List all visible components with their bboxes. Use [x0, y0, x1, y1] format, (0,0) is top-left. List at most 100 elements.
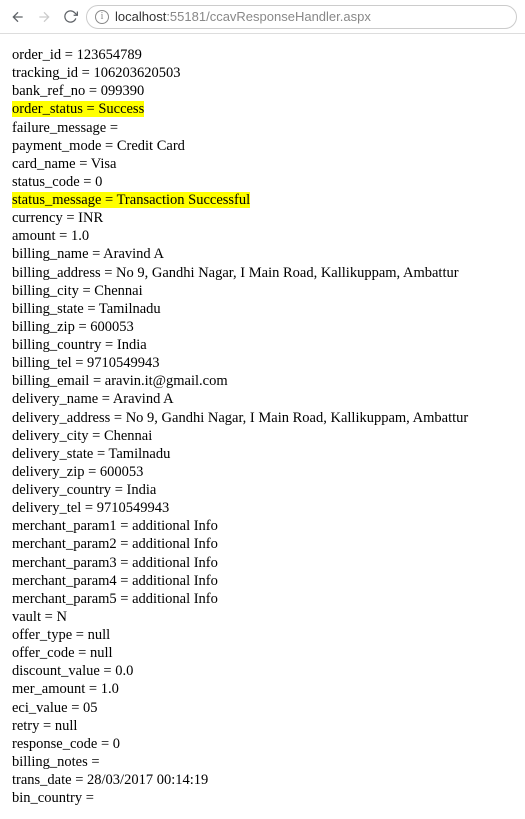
response-value: 0 — [113, 736, 120, 752]
response-value: additional Info — [132, 536, 218, 552]
response-line: billing_address = No 9, Gandhi Nagar, I … — [12, 264, 513, 282]
response-line: discount_value = 0.0 — [12, 662, 513, 680]
response-key: billing_email — [12, 373, 89, 389]
response-value: 0 — [95, 174, 102, 190]
response-line: payment_mode = Credit Card — [12, 137, 513, 155]
response-key: payment_mode — [12, 138, 101, 154]
response-value: Credit Card — [117, 138, 185, 154]
response-key: delivery_tel — [12, 500, 81, 516]
response-line: billing_zip = 600053 — [12, 318, 513, 336]
response-key: amount — [12, 228, 56, 244]
response-key: billing_name — [12, 246, 89, 262]
back-button[interactable] — [8, 7, 28, 27]
response-key: mer_amount — [12, 681, 85, 697]
response-key: delivery_zip — [12, 464, 84, 480]
response-key: status_code — [12, 174, 80, 190]
response-line: merchant_param4 = additional Info — [12, 572, 513, 590]
response-line: delivery_tel = 9710549943 — [12, 499, 513, 517]
response-value: 1.0 — [71, 228, 89, 244]
response-key: offer_type — [12, 627, 72, 643]
response-value: Success — [98, 101, 144, 117]
response-key: eci_value — [12, 700, 68, 716]
response-line: tracking_id = 106203620503 — [12, 64, 513, 82]
response-line: failure_message = — [12, 119, 513, 137]
response-value: Chennai — [94, 283, 142, 299]
response-key: merchant_param3 — [12, 555, 117, 571]
response-key: merchant_param4 — [12, 573, 117, 589]
response-key: offer_code — [12, 645, 75, 661]
response-line: billing_name = Aravind A — [12, 245, 513, 263]
response-line: offer_code = null — [12, 644, 513, 662]
response-line: response_code = 0 — [12, 735, 513, 753]
highlight: order_status = Success — [12, 101, 144, 117]
response-line: offer_type = null — [12, 626, 513, 644]
response-key: delivery_city — [12, 428, 89, 444]
response-line: merchant_param3 = additional Info — [12, 554, 513, 572]
response-value: null — [55, 718, 78, 734]
response-value: 0.0 — [115, 663, 133, 679]
response-value: additional Info — [132, 591, 218, 607]
response-value: India — [127, 482, 157, 498]
response-line: order_status = Success — [12, 100, 513, 118]
response-key: discount_value — [12, 663, 100, 679]
browser-toolbar: i localhost:55181/ccavResponseHandler.as… — [0, 0, 525, 34]
response-line: delivery_city = Chennai — [12, 427, 513, 445]
response-key: merchant_param1 — [12, 518, 117, 534]
response-line: delivery_country = India — [12, 481, 513, 499]
response-key: delivery_address — [12, 410, 110, 426]
url-host: localhost — [115, 9, 166, 24]
response-line: amount = 1.0 — [12, 227, 513, 245]
response-line: eci_value = 05 — [12, 699, 513, 717]
response-value: 123654789 — [77, 47, 142, 63]
response-value: Tamilnadu — [99, 301, 161, 317]
response-key: card_name — [12, 156, 76, 172]
response-key: order_id — [12, 47, 61, 63]
response-value: 600053 — [90, 319, 134, 335]
response-line: billing_country = India — [12, 336, 513, 354]
response-value: 9710549943 — [87, 355, 160, 371]
response-key: delivery_country — [12, 482, 111, 498]
response-value: No 9, Gandhi Nagar, I Main Road, Kalliku… — [116, 265, 459, 281]
response-line: retry = null — [12, 717, 513, 735]
url-path: /ccavResponseHandler.aspx — [206, 9, 371, 24]
response-value: Tamilnadu — [109, 446, 171, 462]
response-line: billing_email = aravin.it@gmail.com — [12, 372, 513, 390]
response-value: additional Info — [132, 518, 218, 534]
url-text: localhost:55181/ccavResponseHandler.aspx — [115, 9, 371, 24]
response-key: vault — [12, 609, 41, 625]
response-line: bank_ref_no = 099390 — [12, 82, 513, 100]
response-value: additional Info — [132, 573, 218, 589]
info-icon: i — [95, 10, 109, 24]
response-value: null — [90, 645, 113, 661]
response-line: delivery_address = No 9, Gandhi Nagar, I… — [12, 409, 513, 427]
response-key: bin_country — [12, 790, 82, 806]
response-line: merchant_param1 = additional Info — [12, 517, 513, 535]
response-line: mer_amount = 1.0 — [12, 680, 513, 698]
response-line: billing_tel = 9710549943 — [12, 354, 513, 372]
response-key: merchant_param5 — [12, 591, 117, 607]
response-value: 1.0 — [101, 681, 119, 697]
response-line: billing_notes = — [12, 753, 513, 771]
address-bar[interactable]: i localhost:55181/ccavResponseHandler.as… — [86, 5, 517, 29]
response-line: delivery_name = Aravind A — [12, 390, 513, 408]
response-key: billing_notes — [12, 754, 88, 770]
response-line: bin_country = — [12, 789, 513, 807]
response-line: card_name = Visa — [12, 155, 513, 173]
response-key: failure_message — [12, 120, 106, 136]
response-key: merchant_param2 — [12, 536, 117, 552]
response-key: billing_country — [12, 337, 101, 353]
forward-button[interactable] — [34, 7, 54, 27]
response-key: trans_date — [12, 772, 72, 788]
response-line: merchant_param5 = additional Info — [12, 590, 513, 608]
response-value: Chennai — [104, 428, 152, 444]
highlight: status_message = Transaction Successful — [12, 192, 250, 208]
response-key: billing_address — [12, 265, 101, 281]
response-value: 600053 — [100, 464, 144, 480]
response-value: Aravind A — [113, 391, 174, 407]
response-key: tracking_id — [12, 65, 78, 81]
reload-button[interactable] — [60, 7, 80, 27]
response-line: order_id = 123654789 — [12, 46, 513, 64]
response-value: additional Info — [132, 555, 218, 571]
response-value: aravin.it@gmail.com — [105, 373, 228, 389]
response-key: billing_state — [12, 301, 84, 317]
